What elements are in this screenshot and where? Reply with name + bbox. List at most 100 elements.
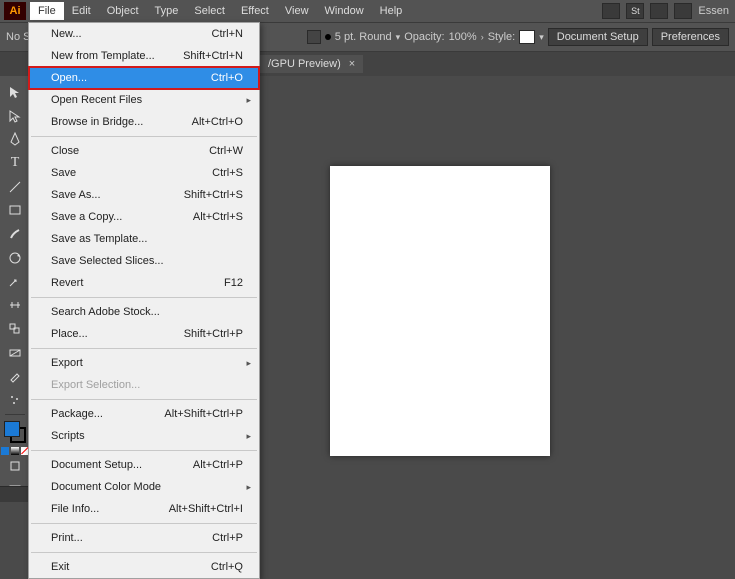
chevron-right-icon[interactable]: › (481, 32, 484, 42)
symbol-sprayer-icon[interactable] (2, 388, 28, 412)
menu-item-save-selected-slices[interactable]: Save Selected Slices... (29, 250, 259, 272)
document-tab[interactable]: /GPU Preview) × (260, 55, 363, 73)
stock-icon[interactable]: St (626, 3, 644, 19)
gradient-tool-icon[interactable] (2, 341, 28, 365)
menu-view[interactable]: View (277, 2, 317, 20)
type-tool-icon[interactable]: T (2, 151, 28, 175)
menu-effect[interactable]: Effect (233, 2, 277, 20)
menu-item-label: Package... (51, 406, 103, 422)
menu-item-label: Open... (51, 70, 87, 86)
menu-item-open-recent-files[interactable]: Open Recent Files▸ (29, 89, 259, 111)
menu-item-save-a-copy[interactable]: Save a Copy...Alt+Ctrl+S (29, 206, 259, 228)
separator (5, 414, 25, 415)
menu-item-label: Save (51, 165, 76, 181)
menu-type[interactable]: Type (147, 2, 187, 20)
rotate-tool-icon[interactable] (2, 246, 28, 270)
rectangle-tool-icon[interactable] (2, 199, 28, 223)
shape-builder-tool-icon[interactable] (2, 317, 28, 341)
workspace-label[interactable]: Essen (698, 5, 729, 17)
dropdown-icon[interactable]: ▾ (539, 32, 544, 43)
menu-item-label: Place... (51, 326, 88, 342)
menu-item-label: Export Selection... (51, 377, 140, 393)
menu-item-revert[interactable]: RevertF12 (29, 272, 259, 294)
menu-item-shortcut: Ctrl+O (211, 70, 243, 86)
menu-item-place[interactable]: Place...Shift+Ctrl+P (29, 323, 259, 345)
menu-edit[interactable]: Edit (64, 2, 99, 20)
menu-item-exit[interactable]: ExitCtrl+Q (29, 556, 259, 578)
paintbrush-tool-icon[interactable] (2, 222, 28, 246)
style-label: Style: (488, 31, 516, 43)
menu-item-document-setup[interactable]: Document Setup...Alt+Ctrl+P (29, 454, 259, 476)
menu-divider (31, 450, 257, 451)
color-mode-icons[interactable] (1, 447, 29, 455)
opacity-label: Opacity: (404, 31, 444, 43)
preferences-button[interactable]: Preferences (652, 28, 729, 46)
menu-item-file-info[interactable]: File Info...Alt+Shift+Ctrl+I (29, 498, 259, 520)
menu-item-save[interactable]: SaveCtrl+S (29, 162, 259, 184)
width-tool-icon[interactable] (2, 293, 28, 317)
menu-item-label: Save as Template... (51, 231, 147, 247)
menu-item-shortcut: Ctrl+W (209, 143, 243, 159)
line-tool-icon[interactable] (2, 175, 28, 199)
menu-object[interactable]: Object (99, 2, 147, 20)
menu-item-save-as[interactable]: Save As...Shift+Ctrl+S (29, 184, 259, 206)
menu-item-save-as-template[interactable]: Save as Template... (29, 228, 259, 250)
submenu-arrow-icon: ▸ (246, 479, 251, 495)
menu-item-label: File Info... (51, 501, 99, 517)
dropdown-icon[interactable]: ▾ (396, 32, 401, 43)
arrange-icon[interactable] (650, 3, 668, 19)
stroke-label[interactable]: 5 pt. Round (335, 31, 392, 43)
eyedropper-tool-icon[interactable] (2, 364, 28, 388)
tools-panel: T (0, 76, 30, 502)
direct-selection-tool-icon[interactable] (2, 104, 28, 128)
fill-stroke-control[interactable] (4, 421, 26, 443)
menu-select[interactable]: Select (186, 2, 233, 20)
file-menu-dropdown: New...Ctrl+NNew from Template...Shift+Ct… (28, 22, 260, 579)
menu-item-open[interactable]: Open... Ctrl+O (29, 67, 259, 89)
artboard[interactable] (330, 166, 550, 456)
menu-item-print[interactable]: Print...Ctrl+P (29, 527, 259, 549)
gpu-icon[interactable] (674, 3, 692, 19)
menu-item-shortcut: Shift+Ctrl+N (183, 48, 243, 64)
submenu-arrow-icon: ▸ (246, 428, 251, 444)
menu-item-document-color-mode[interactable]: Document Color Mode▸ (29, 476, 259, 498)
menu-item-shortcut: Alt+Shift+Ctrl+P (164, 406, 243, 422)
style-swatch[interactable] (519, 30, 535, 44)
menu-item-shortcut: Shift+Ctrl+S (184, 187, 243, 203)
menu-item-new-from-template[interactable]: New from Template...Shift+Ctrl+N (29, 45, 259, 67)
menu-item-label: Close (51, 143, 79, 159)
document-setup-button[interactable]: Document Setup (548, 28, 648, 46)
menu-divider (31, 297, 257, 298)
menu-window[interactable]: Window (317, 2, 372, 20)
menu-item-label: Document Setup... (51, 457, 142, 473)
menu-item-label: Browse in Bridge... (51, 114, 143, 130)
draw-mode-icon[interactable] (2, 455, 28, 479)
menu-file[interactable]: File (30, 2, 64, 20)
menu-item-scripts[interactable]: Scripts ▸ (29, 425, 259, 447)
menu-item-label: Scripts (51, 428, 85, 444)
fill-swatch[interactable] (4, 421, 20, 437)
menu-item-search-adobe-stock[interactable]: Search Adobe Stock... (29, 301, 259, 323)
menu-item-shortcut: Alt+Ctrl+S (193, 209, 243, 225)
control-right: 5 pt. Round ▾ Opacity: 100% › Style: ▾ D… (307, 28, 729, 46)
menu-item-browse-in-bridge[interactable]: Browse in Bridge...Alt+Ctrl+O (29, 111, 259, 133)
menu-item-new[interactable]: New...Ctrl+N (29, 23, 259, 45)
selection-tool-icon[interactable] (2, 80, 28, 104)
pen-tool-icon[interactable] (2, 127, 28, 151)
menu-item-shortcut: Ctrl+Q (211, 559, 243, 575)
stroke-dot-icon (325, 34, 331, 40)
opacity-value[interactable]: 100% (449, 31, 477, 43)
scale-tool-icon[interactable] (2, 270, 28, 294)
close-icon[interactable]: × (349, 58, 355, 70)
brush-icon[interactable] (307, 30, 321, 44)
menu-help[interactable]: Help (372, 2, 411, 20)
menu-item-shortcut: F12 (224, 275, 243, 291)
menu-item-export[interactable]: Export▸ (29, 352, 259, 374)
layout-icon[interactable] (602, 3, 620, 19)
menu-item-label: Print... (51, 530, 83, 546)
menu-item-package[interactable]: Package... Alt+Shift+Ctrl+P (29, 403, 259, 425)
menu-divider (31, 552, 257, 553)
menu-item-close[interactable]: Close Ctrl+W (29, 140, 259, 162)
menu-divider (31, 136, 257, 137)
menu-divider (31, 348, 257, 349)
